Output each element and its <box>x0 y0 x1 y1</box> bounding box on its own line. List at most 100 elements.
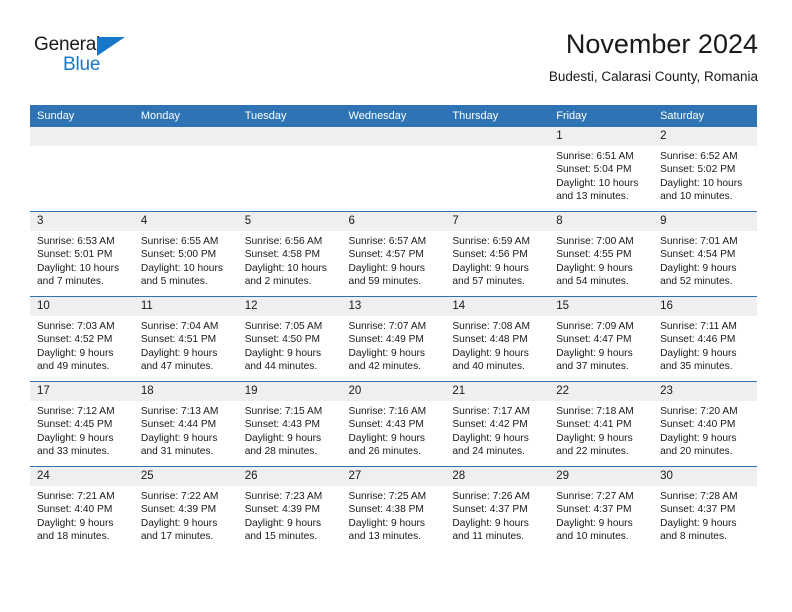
sunset-time: Sunset: 4:42 PM <box>452 419 528 431</box>
sunrise-time: Sunrise: 7:13 AM <box>140 406 219 417</box>
day-number: 10 <box>30 297 134 316</box>
day-number: 26 <box>237 467 342 486</box>
daylight-duration: and 40 minutes. <box>452 361 525 373</box>
sunset-time: Sunset: 4:54 PM <box>660 249 736 261</box>
calendar-day-cell[interactable]: 13 Sunrise: 7:07 AM Sunset: 4:49 PM Dayligh… <box>341 296 446 382</box>
sunrise-time: Sunrise: 7:27 AM <box>556 491 634 502</box>
calendar-day-cell[interactable]: 4 Sunrise: 6:55 AM Sunset: 5:00 PM Daylight… <box>133 211 238 297</box>
calendar-day-cell-empty <box>445 127 550 212</box>
sunrise-time: Sunrise: 6:59 AM <box>452 236 530 247</box>
sun-times-info: Sunrise: 7:15 AM Sunset: 4:43 PM Daylight:… <box>238 401 342 459</box>
weekday-header-wednesday: Wednesday <box>341 105 446 127</box>
calendar-day-cell[interactable]: 12 Sunrise: 7:05 AM Sunset: 4:50 PM Dayligh… <box>237 296 342 382</box>
day-number: 15 <box>549 297 654 316</box>
sun-times-info: Sunrise: 7:04 AM Sunset: 4:51 PM Daylight:… <box>134 316 238 374</box>
day-number: 5 <box>237 212 342 231</box>
calendar-day-cell[interactable]: 6 Sunrise: 6:57 AM Sunset: 4:57 PM Daylight… <box>341 211 446 297</box>
calendar-day-cell[interactable]: 17 Sunrise: 7:12 AM Sunset: 4:45 PM Dayligh… <box>30 381 134 467</box>
daylight-duration: and 10 minutes. <box>556 531 629 543</box>
sunset-time: Sunset: 4:45 PM <box>37 419 113 431</box>
calendar-day-cell[interactable]: 29 Sunrise: 7:27 AM Sunset: 4:37 PM Dayligh… <box>549 466 654 551</box>
sun-times-info: Sunrise: 7:22 AM Sunset: 4:39 PM Daylight:… <box>134 486 238 544</box>
calendar-day-cell[interactable]: 28 Sunrise: 7:26 AM Sunset: 4:37 PM Dayligh… <box>445 466 550 551</box>
calendar-day-cell[interactable]: 3 Sunrise: 6:53 AM Sunset: 5:01 PM Daylight… <box>30 211 134 297</box>
calendar-day-cell[interactable]: 7 Sunrise: 6:59 AM Sunset: 4:56 PM Daylight… <box>445 211 550 297</box>
calendar-day-cell-empty <box>30 127 134 212</box>
sun-times-info: Sunrise: 7:27 AM Sunset: 4:37 PM Daylight:… <box>549 486 653 544</box>
calendar-day-cell[interactable]: 21 Sunrise: 7:17 AM Sunset: 4:42 PM Dayligh… <box>445 381 550 467</box>
calendar-day-cell[interactable]: 22 Sunrise: 7:18 AM Sunset: 4:41 PM Dayligh… <box>549 381 654 467</box>
sunrise-time: Sunrise: 6:55 AM <box>140 236 219 247</box>
calendar-day-cell[interactable]: 20 Sunrise: 7:16 AM Sunset: 4:43 PM Dayligh… <box>341 381 446 467</box>
calendar-day-cell[interactable]: 16 Sunrise: 7:11 AM Sunset: 4:46 PM Dayligh… <box>653 296 757 382</box>
sunset-time: Sunset: 4:51 PM <box>140 334 217 346</box>
sunset-time: Sunset: 4:58 PM <box>244 249 321 261</box>
calendar-day-cell[interactable]: 2 Sunrise: 6:52 AM Sunset: 5:02 PM Daylight… <box>653 127 757 212</box>
sunrise-time: Sunrise: 7:00 AM <box>556 236 634 247</box>
sun-times-info: Sunrise: 7:03 AM Sunset: 4:52 PM Daylight:… <box>30 316 134 374</box>
page-header: General Blue November 2024 Budesti, Cala… <box>34 28 758 100</box>
day-number <box>237 127 342 146</box>
calendar-day-cell[interactable]: 10 Sunrise: 7:03 AM Sunset: 4:52 PM Dayligh… <box>30 296 134 382</box>
sunrise-time: Sunrise: 7:25 AM <box>348 491 427 502</box>
month-calendar-table: Sunday Monday Tuesday Wednesday Thursday… <box>30 105 757 551</box>
weekday-header-tuesday: Tuesday <box>237 105 342 127</box>
calendar-day-cell[interactable]: 11 Sunrise: 7:04 AM Sunset: 4:51 PM Dayligh… <box>133 296 238 382</box>
sunrise-time: Sunrise: 7:21 AM <box>37 491 115 502</box>
sunrise-time: Sunrise: 7:17 AM <box>452 406 530 417</box>
sunset-time: Sunset: 5:00 PM <box>140 249 217 261</box>
sun-times-info: Sunrise: 7:11 AM Sunset: 4:46 PM Daylight:… <box>653 316 757 374</box>
sun-times-info: Sunrise: 7:01 AM Sunset: 4:54 PM Daylight:… <box>653 231 757 289</box>
weekday-header-friday: Friday <box>549 105 654 127</box>
calendar-day-cell[interactable]: 9 Sunrise: 7:01 AM Sunset: 4:54 PM Daylight… <box>653 211 757 297</box>
sun-times-info: Sunrise: 6:59 AM Sunset: 4:56 PM Daylight:… <box>445 231 549 289</box>
daylight-duration: and 22 minutes. <box>556 446 629 458</box>
weekday-header-saturday: Saturday <box>653 105 757 127</box>
sunrise-time: Sunrise: 7:20 AM <box>660 406 738 417</box>
sun-times-info: Sunrise: 7:21 AM Sunset: 4:40 PM Daylight:… <box>30 486 134 544</box>
day-number: 19 <box>237 382 342 401</box>
sunrise-time: Sunrise: 7:05 AM <box>244 321 323 332</box>
sunrise-time: Sunrise: 7:18 AM <box>556 406 634 417</box>
daylight-duration: and 44 minutes. <box>244 361 318 373</box>
calendar-day-cell[interactable]: 24 Sunrise: 7:21 AM Sunset: 4:40 PM Dayligh… <box>30 466 134 551</box>
logo-triangle-icon <box>97 37 125 56</box>
calendar-day-cell[interactable]: 26 Sunrise: 7:23 AM Sunset: 4:39 PM Dayligh… <box>237 466 342 551</box>
sunrise-time: Sunrise: 6:51 AM <box>556 151 634 162</box>
sun-times-info: Sunrise: 6:53 AM Sunset: 5:01 PM Daylight:… <box>30 231 134 289</box>
calendar-day-cell[interactable]: 27 Sunrise: 7:25 AM Sunset: 4:38 PM Dayligh… <box>341 466 446 551</box>
day-number <box>30 127 134 146</box>
sun-times-info: Sunrise: 7:09 AM Sunset: 4:47 PM Daylight:… <box>549 316 653 374</box>
calendar-week-row: 17 Sunrise: 7:12 AM Sunset: 4:45 PM Dayligh… <box>30 381 757 467</box>
daylight-duration: and 20 minutes. <box>660 446 733 458</box>
sunset-time: Sunset: 4:56 PM <box>452 249 528 261</box>
sunset-time: Sunset: 4:41 PM <box>556 419 632 431</box>
calendar-day-cell[interactable]: 18 Sunrise: 7:13 AM Sunset: 4:44 PM Dayligh… <box>133 381 238 467</box>
calendar-day-cell[interactable]: 8 Sunrise: 7:00 AM Sunset: 4:55 PM Daylight… <box>549 211 654 297</box>
day-number: 17 <box>30 382 134 401</box>
calendar-day-cell[interactable]: 14 Sunrise: 7:08 AM Sunset: 4:48 PM Dayligh… <box>445 296 550 382</box>
calendar-day-cell[interactable]: 30 Sunrise: 7:28 AM Sunset: 4:37 PM Dayligh… <box>653 466 757 551</box>
calendar-day-cell[interactable]: 19 Sunrise: 7:15 AM Sunset: 4:43 PM Dayligh… <box>237 381 342 467</box>
sunset-time: Sunset: 4:48 PM <box>452 334 528 346</box>
calendar-day-cell[interactable]: 23 Sunrise: 7:20 AM Sunset: 4:40 PM Dayligh… <box>653 381 757 467</box>
weekday-header-monday: Monday <box>133 105 238 127</box>
calendar-page: General Blue November 2024 Budesti, Cala… <box>0 0 792 612</box>
sun-times-info: Sunrise: 7:07 AM Sunset: 4:49 PM Daylight:… <box>342 316 446 374</box>
calendar-day-cell[interactable]: 25 Sunrise: 7:22 AM Sunset: 4:39 PM Dayligh… <box>133 466 238 551</box>
daylight-duration: and 7 minutes. <box>37 276 104 288</box>
sunrise-time: Sunrise: 7:07 AM <box>348 321 427 332</box>
day-number: 22 <box>549 382 654 401</box>
day-number: 9 <box>653 212 757 231</box>
calendar-day-cell[interactable]: 15 Sunrise: 7:09 AM Sunset: 4:47 PM Dayligh… <box>549 296 654 382</box>
daylight-duration: Daylight: 9 hours <box>660 517 737 529</box>
daylight-duration: and 54 minutes. <box>556 276 629 288</box>
sunset-time: Sunset: 4:39 PM <box>140 504 217 516</box>
calendar-day-cell[interactable]: 5 Sunrise: 6:56 AM Sunset: 4:58 PM Daylight… <box>237 211 342 297</box>
sunrise-time: Sunrise: 7:01 AM <box>660 236 738 247</box>
daylight-duration: and 47 minutes. <box>140 361 214 373</box>
sunset-time: Sunset: 4:37 PM <box>660 504 736 516</box>
day-number: 14 <box>445 297 550 316</box>
calendar-day-cell[interactable]: 1 Sunrise: 6:51 AM Sunset: 5:04 PM Daylight… <box>549 127 654 212</box>
sunset-time: Sunset: 4:52 PM <box>37 334 113 346</box>
